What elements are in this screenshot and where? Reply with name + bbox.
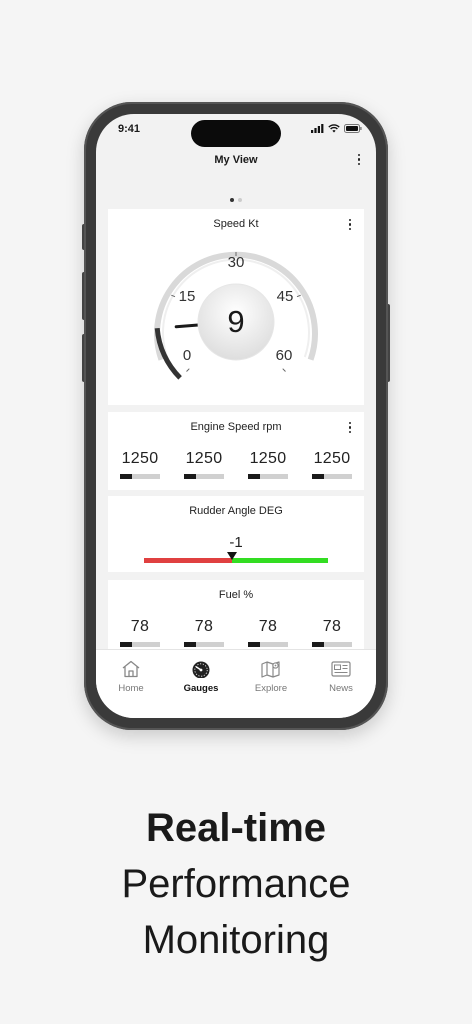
status-icons xyxy=(311,124,362,133)
engine-1-value: 1250 xyxy=(121,450,159,467)
tagline-line-3: Monitoring xyxy=(142,918,330,962)
tab-news[interactable]: News xyxy=(306,650,376,718)
engine-4-value: 1250 xyxy=(313,450,351,467)
engine-3-bar-fill xyxy=(248,474,260,479)
engine-4: 1250 xyxy=(306,450,358,479)
engine-speed-card: Engine Speed rpm 1250 1250 1250 1250 xyxy=(108,412,364,490)
page-dot-2[interactable] xyxy=(238,198,242,202)
gauge-tick-label-45: 45 xyxy=(277,288,294,305)
gauge-tick-label-15: 15 xyxy=(179,288,196,305)
gauge-active-arc xyxy=(154,327,182,380)
rudder-starboard-bar xyxy=(232,558,328,563)
gauge-tick-mark xyxy=(282,368,286,372)
gauge-icon xyxy=(192,661,210,678)
engine-2-bar xyxy=(184,474,224,479)
fuel-4-bar-fill xyxy=(312,642,324,647)
news-icon xyxy=(331,661,351,677)
fuel-2-bar-fill xyxy=(184,642,196,647)
signal-icon xyxy=(311,124,324,133)
page-indicator xyxy=(96,198,376,202)
fuel-1-bar-fill xyxy=(120,642,132,647)
page-title: My View xyxy=(214,154,258,166)
fuel-3-bar xyxy=(248,642,288,647)
gauge-tick-label-0: 0 xyxy=(183,347,191,364)
fuel-4: 78 xyxy=(306,618,358,647)
battery-icon xyxy=(344,124,362,133)
fuel-2-bar xyxy=(184,642,224,647)
fuel-1: 78 xyxy=(114,618,166,647)
engine-2-bar-fill xyxy=(184,474,196,479)
home-icon xyxy=(122,660,140,678)
tab-news-label: News xyxy=(329,683,353,694)
fuel-2-value: 78 xyxy=(194,618,214,635)
tagline-line-1: Real-time xyxy=(145,806,327,850)
tab-gauges[interactable]: Gauges xyxy=(166,650,236,718)
speed-value: 9 xyxy=(227,304,244,339)
engine-4-bar xyxy=(312,474,352,479)
speed-gauge: 0 15 30 45 60 9 xyxy=(154,251,318,380)
engine-1: 1250 xyxy=(114,450,166,479)
fuel-3: 78 xyxy=(242,618,294,647)
fuel-3-bar-fill xyxy=(248,642,260,647)
rudder-angle-card: Rudder Angle DEG -1 xyxy=(108,496,364,572)
bottom-tab-bar: Home Gauges Explore News xyxy=(96,649,376,718)
status-time: 9:41 xyxy=(118,123,141,135)
fuel-4-value: 78 xyxy=(322,618,342,635)
rudder-value: -1 xyxy=(229,534,243,551)
map-icon xyxy=(261,661,280,678)
engine-speed-title: Engine Speed rpm xyxy=(190,421,282,433)
fuel-3-value: 78 xyxy=(258,618,278,635)
engine-3-value: 1250 xyxy=(249,450,287,467)
tab-explore-label: Explore xyxy=(254,683,288,694)
rudder-port-bar xyxy=(144,558,232,563)
tab-gauges-label: Gauges xyxy=(183,683,219,694)
rudder-title: Rudder Angle DEG xyxy=(189,505,283,517)
speed-card: Speed Kt 0 15 30 45 60 9 xyxy=(108,209,364,405)
engine-1-bar-fill xyxy=(120,474,132,479)
rudder-pointer xyxy=(227,552,237,560)
fuel-1-value: 78 xyxy=(130,618,150,635)
engine-2-value: 1250 xyxy=(185,450,223,467)
page-dot-1[interactable] xyxy=(230,198,234,202)
tab-home-label: Home xyxy=(118,683,144,694)
engine-speed-row: 1250 1250 1250 1250 xyxy=(108,450,364,479)
engine-menu-button[interactable] xyxy=(348,422,352,436)
engine-4-bar-fill xyxy=(312,474,324,479)
gauge-tick-label-60: 60 xyxy=(276,347,293,364)
fuel-1-bar xyxy=(120,642,160,647)
fuel-row: 78 78 78 78 xyxy=(108,618,364,647)
tab-explore[interactable]: Explore xyxy=(236,650,306,718)
tagline-line-2: Performance xyxy=(121,862,351,906)
tab-home[interactable]: Home xyxy=(96,650,166,718)
phone-screen: 9:41 My View Speed Kt 0 15 30 45 60 9 En… xyxy=(96,114,376,718)
engine-3-bar xyxy=(248,474,288,479)
fuel-2: 78 xyxy=(178,618,230,647)
fuel-4-bar xyxy=(312,642,352,647)
wifi-icon xyxy=(328,124,340,133)
engine-1-bar xyxy=(120,474,160,479)
gauge-tick-label-30: 30 xyxy=(228,254,245,271)
gauge-tick-mark xyxy=(186,368,190,372)
engine-3: 1250 xyxy=(242,450,294,479)
fuel-title: Fuel % xyxy=(218,589,254,601)
header-menu-button[interactable] xyxy=(357,154,361,168)
engine-2: 1250 xyxy=(178,450,230,479)
dynamic-island xyxy=(191,120,281,147)
